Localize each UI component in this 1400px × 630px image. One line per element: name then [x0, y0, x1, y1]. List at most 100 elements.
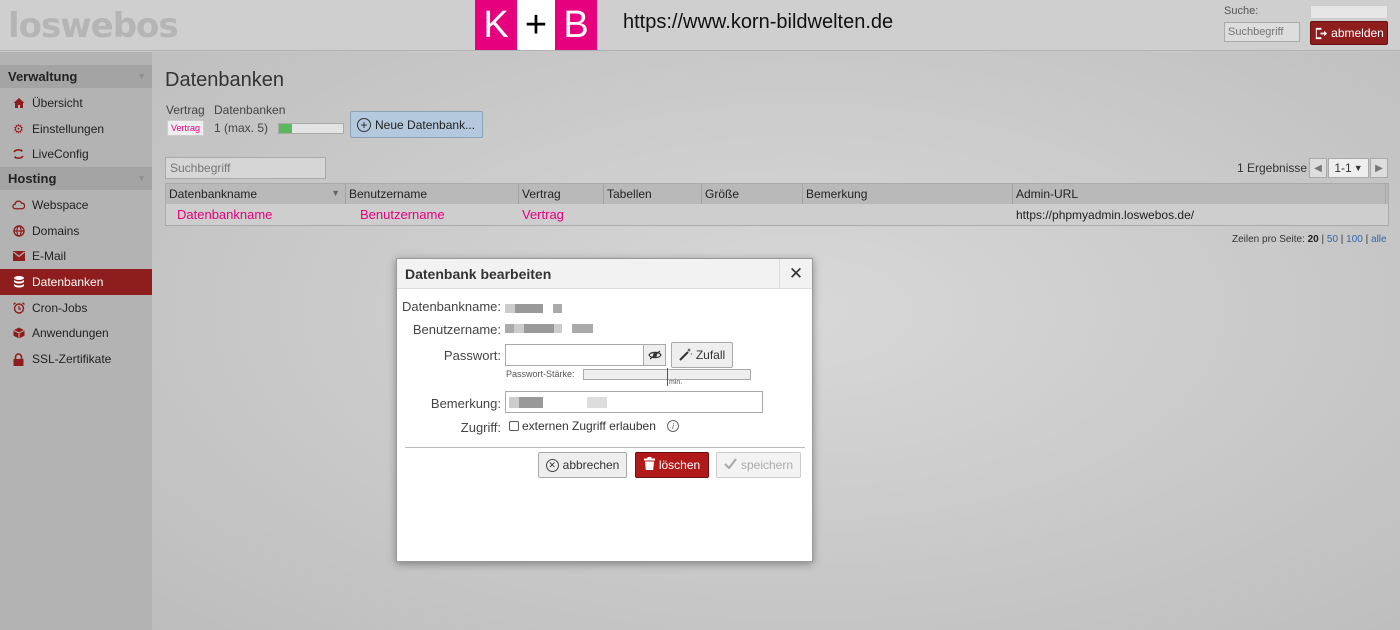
sidebar-item-email[interactable]: E-Mail: [0, 243, 152, 269]
sidebar-item-liveconfig[interactable]: LiveConfig: [0, 141, 152, 167]
sidebar-item-label: Webspace: [32, 197, 89, 212]
kb-logo-b: B: [555, 0, 597, 50]
search-input[interactable]: [1224, 22, 1300, 42]
random-password-button[interactable]: Zufall: [671, 342, 733, 368]
save-button[interactable]: speichern: [716, 452, 801, 478]
cell-admin-url[interactable]: https://phpmyadmin.loswebos.de/: [1013, 206, 1386, 224]
sidebar-item-label: Cron-Jobs: [32, 300, 88, 315]
sidebar-item-cron-jobs[interactable]: Cron-Jobs: [0, 295, 152, 321]
kb-logo: K + B: [475, 0, 597, 50]
sidebar-item-label: Domains: [32, 223, 80, 238]
column-header-bemerkung[interactable]: Bemerkung: [803, 184, 1013, 204]
package-icon: [12, 327, 25, 339]
sidebar-item-datenbanken[interactable]: Datenbanken: [0, 269, 152, 295]
rows-per-page-option-50[interactable]: 50: [1327, 234, 1338, 245]
quota-header-databases: Datenbanken: [214, 103, 286, 117]
password-input[interactable]: [505, 344, 644, 366]
column-header-benutzername[interactable]: Benutzername: [346, 184, 519, 204]
delete-label: löschen: [658, 458, 701, 472]
column-label: Benutzername: [349, 187, 428, 201]
results-count: 1 Ergebnisse: [1237, 161, 1308, 175]
logout-button[interactable]: abmelden: [1310, 21, 1388, 45]
mail-icon: [12, 251, 25, 262]
sidebar-section-title: Hosting: [8, 171, 57, 187]
external-access-label[interactable]: externen Zugriff erlauben: [522, 419, 656, 433]
database-table: Datenbankname ▼ Benutzername Vertrag Tab…: [165, 183, 1389, 226]
sidebar-item-einstellungen[interactable]: ⚙ Einstellungen: [0, 116, 152, 142]
sidebar-item-webspace[interactable]: Webspace: [0, 192, 152, 218]
table-search-input[interactable]: [165, 157, 326, 179]
remark-label: Bemerkung:: [430, 396, 501, 411]
rows-per-page-option-alle[interactable]: alle: [1371, 234, 1387, 245]
pagination: ◀ 1-1 ▼ ▶: [1309, 158, 1388, 178]
chevron-down-icon: ▼: [1353, 163, 1363, 173]
contract-badge[interactable]: Vertrag: [167, 120, 204, 136]
cell-vertrag[interactable]: Vertrag: [519, 205, 604, 224]
sidebar-item-label: E-Mail: [32, 249, 67, 264]
user-label: Benutzername:: [412, 322, 501, 337]
sidebar-item-label: Anwendungen: [32, 326, 109, 341]
quota-progress-bar: [278, 123, 344, 134]
cell-benutzername[interactable]: Benutzername: [346, 205, 519, 224]
top-bar: loswebos K + B https://www.korn-bildwelt…: [0, 0, 1400, 51]
rows-per-page-label: Zeilen pro Seite:: [1232, 234, 1305, 245]
sidebar-item-domains[interactable]: Domains: [0, 218, 152, 244]
sidebar-section-hosting[interactable]: Hosting ▼: [0, 167, 152, 191]
check-icon: [724, 458, 737, 472]
cell-datenbankname[interactable]: Datenbankname: [166, 205, 346, 224]
column-header-tabellen[interactable]: Tabellen: [604, 184, 702, 204]
eye-slash-icon[interactable]: [643, 344, 666, 366]
page-select[interactable]: 1-1 ▼: [1328, 158, 1369, 178]
cloud-icon: [12, 200, 25, 210]
watermark-url: https://www.korn-bildwelten.de: [623, 11, 894, 33]
new-database-button[interactable]: + Neue Datenbank...: [350, 111, 483, 138]
close-icon[interactable]: ✕: [779, 259, 812, 289]
sidebar-item-anwendungen[interactable]: Anwendungen: [0, 321, 152, 347]
rows-per-page-option-20[interactable]: 20: [1308, 234, 1319, 245]
alarm-clock-icon: [12, 301, 25, 314]
collapse-icon: ▼: [137, 173, 146, 184]
dialog-divider: [405, 447, 805, 448]
logout-icon: [1315, 27, 1328, 39]
cancel-label: abbrechen: [562, 458, 620, 472]
sidebar-item-ssl-zertifikate[interactable]: SSL-Zertifikate: [0, 346, 152, 372]
remark-input[interactable]: [505, 391, 763, 413]
globe-icon: [12, 224, 25, 237]
app-logo[interactable]: loswebos: [8, 6, 179, 46]
cell-tabellen: [604, 213, 702, 217]
column-label: Admin-URL: [1016, 187, 1079, 201]
rows-per-page-option-100[interactable]: 100: [1346, 234, 1363, 245]
column-header-datenbankname[interactable]: Datenbankname ▼: [166, 184, 346, 204]
new-database-label: Neue Datenbank...: [375, 117, 476, 132]
info-icon[interactable]: i: [667, 420, 679, 432]
sidebar-section-verwaltung[interactable]: Verwaltung ▼: [0, 65, 152, 88]
cell-bemerkung: [803, 213, 1013, 217]
edit-database-dialog: Datenbank bearbeiten ✕ Datenbankname: Be…: [396, 258, 813, 562]
column-header-vertrag[interactable]: Vertrag: [519, 184, 604, 204]
sidebar: Verwaltung ▼ Übersicht ⚙ Einstellungen L…: [0, 52, 152, 630]
sidebar-item-label: Einstellungen: [32, 121, 105, 136]
table-row[interactable]: Datenbankname Benutzername Vertrag https…: [166, 204, 1388, 225]
next-page-button[interactable]: ▶: [1370, 158, 1388, 178]
password-label: Passwort:: [443, 348, 501, 363]
top-blank-field: [1310, 5, 1388, 19]
sync-icon: [12, 148, 25, 160]
quota-progress-fill: [279, 124, 292, 133]
strength-min-label: min.: [669, 379, 683, 386]
prev-page-button[interactable]: ◀: [1309, 158, 1327, 178]
cancel-button[interactable]: ✕ abbrechen: [538, 452, 627, 478]
cell-groesse: [702, 213, 803, 217]
sidebar-item-uebersicht[interactable]: Übersicht: [0, 90, 152, 116]
rows-per-page: Zeilen pro Seite: 20 | 50 | 100 | alle: [1232, 234, 1387, 245]
column-label: Datenbankname: [169, 187, 258, 201]
external-access-checkbox[interactable]: [509, 421, 519, 431]
logout-label: abmelden: [1331, 26, 1384, 40]
column-header-admin-url[interactable]: Admin-URL: [1013, 184, 1386, 204]
dialog-title: Datenbank bearbeiten: [405, 266, 552, 282]
delete-button[interactable]: löschen: [635, 452, 709, 478]
column-label: Größe: [705, 187, 740, 201]
column-header-groesse[interactable]: Größe: [702, 184, 803, 204]
table-header: Datenbankname ▼ Benutzername Vertrag Tab…: [166, 184, 1388, 204]
column-label: Tabellen: [607, 187, 652, 201]
kb-logo-plus: +: [517, 0, 555, 50]
